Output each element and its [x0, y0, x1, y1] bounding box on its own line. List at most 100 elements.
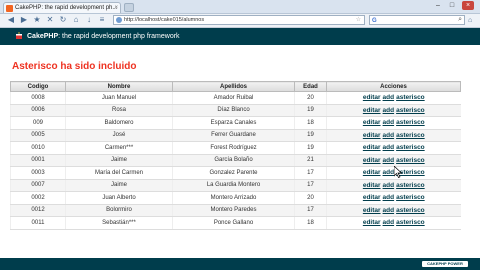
cell-edad: 20	[294, 191, 327, 205]
add-link[interactable]: add	[383, 94, 395, 101]
search-input[interactable]: G ⌕	[369, 15, 465, 25]
asterisk-link[interactable]: asterisco	[396, 219, 425, 226]
cell-acciones: editar add asterisco	[326, 204, 461, 217]
address-bar[interactable]: http://localhost/cake015/alumnos ☆	[113, 15, 365, 25]
add-link[interactable]: add	[383, 119, 395, 126]
globe-icon	[116, 17, 122, 23]
cell-codigo: 009	[10, 116, 66, 130]
add-link[interactable]: add	[383, 157, 395, 164]
cell-acciones: editar add asterisco	[326, 141, 461, 155]
asterisk-link[interactable]: asterisco	[396, 119, 425, 126]
edit-link[interactable]: editar	[363, 207, 381, 214]
cell-codigo: 0002	[10, 191, 66, 205]
url-text: http://localhost/cake015/alumnos	[124, 17, 205, 23]
table-row: 0005 José Ferrer Guardane 19 editar add asteri…	[10, 129, 461, 142]
maximize-icon[interactable]: □	[446, 1, 458, 10]
cell-acciones: editar add asterisco	[326, 179, 461, 192]
add-link[interactable]: add	[383, 144, 395, 151]
cell-nombre: José	[65, 129, 173, 142]
cell-codigo: 0012	[10, 204, 66, 217]
cell-nombre: Jaime	[65, 179, 173, 192]
app-footer: CAKEPHP POWER	[0, 258, 480, 270]
search-icon[interactable]: ⌕	[458, 16, 462, 24]
powered-by-badge[interactable]: CAKEPHP POWER	[422, 261, 468, 267]
cell-nombre: Jaime	[65, 154, 173, 167]
cell-nombre: Bolormiro	[65, 204, 173, 217]
edit-link[interactable]: editar	[363, 144, 381, 151]
edit-link[interactable]: editar	[363, 119, 381, 126]
cell-nombre: Juan Alberto	[65, 191, 173, 205]
add-link[interactable]: add	[383, 169, 395, 176]
edit-link[interactable]: editar	[363, 94, 381, 101]
back-icon[interactable]: ◀	[6, 15, 16, 25]
minimize-icon[interactable]: –	[432, 1, 444, 10]
window-close-icon[interactable]: ×	[462, 1, 474, 10]
star-icon[interactable]: ☆	[356, 16, 361, 25]
bookmark-icon[interactable]: ★	[32, 15, 42, 25]
column-header[interactable]: Apellidos	[172, 81, 295, 92]
tab-close-icon[interactable]: ×	[114, 3, 118, 13]
favicon-icon	[6, 5, 13, 12]
cell-acciones: editar add asterisco	[326, 129, 461, 142]
cell-apellidos: Gonzalez Parente	[172, 166, 295, 180]
edit-link[interactable]: editar	[363, 182, 381, 189]
refresh-icon[interactable]: ↻	[58, 15, 68, 25]
asterisk-link[interactable]: asterisco	[396, 194, 425, 201]
mouse-cursor-icon	[394, 166, 402, 178]
app-title[interactable]: CakePHP: the rapid development php frame…	[27, 28, 180, 45]
cell-apellidos: Ponce Gallano	[172, 216, 295, 230]
table-row: 0003 María del Carmen Gonzalez Parente 17 ed…	[10, 166, 461, 180]
cell-edad: 20	[294, 91, 327, 105]
asterisk-link[interactable]: asterisco	[396, 132, 425, 139]
table-row: 0002 Juan Alberto Montero Arrizado 20 editar…	[10, 191, 461, 205]
cell-nombre: Rosa	[65, 104, 173, 117]
edit-link[interactable]: editar	[363, 194, 381, 201]
edit-link[interactable]: editar	[363, 132, 381, 139]
cell-apellidos: Ferrer Guardane	[172, 129, 295, 142]
column-header[interactable]: Edad	[294, 81, 327, 92]
asterisk-link[interactable]: asterisco	[396, 207, 425, 214]
cell-codigo: 0003	[10, 166, 66, 180]
cell-apellidos: Esparza Canales	[172, 116, 295, 130]
browser-tab[interactable]: CakePHP: the rapid development ph... ×	[3, 2, 121, 13]
add-link[interactable]: add	[383, 182, 395, 189]
column-header: Acciones	[326, 81, 461, 92]
table-row: 0010 Carmen*** Forest Rodríguez 19 editar add…	[10, 141, 461, 155]
edit-link[interactable]: editar	[363, 219, 381, 226]
download-icon[interactable]: ↓	[84, 15, 94, 25]
edit-link[interactable]: editar	[363, 169, 381, 176]
cell-codigo: 0011	[10, 216, 66, 230]
cell-acciones: editar add asterisco	[326, 154, 461, 167]
edit-link[interactable]: editar	[363, 107, 381, 114]
new-tab-button[interactable]	[124, 3, 134, 12]
home-icon[interactable]: ⌂	[71, 15, 81, 25]
forward-icon[interactable]: ▶	[19, 15, 29, 25]
menu-icon[interactable]: ≡	[97, 15, 107, 25]
cell-nombre: Juan Manuel	[65, 91, 173, 105]
asterisk-link[interactable]: asterisco	[396, 107, 425, 114]
asterisk-link[interactable]: asterisco	[396, 94, 425, 101]
add-link[interactable]: add	[383, 194, 395, 201]
add-link[interactable]: add	[383, 219, 395, 226]
cell-edad: 18	[294, 216, 327, 230]
column-header[interactable]: Codigo	[10, 81, 66, 92]
cell-acciones: editar add asterisco	[326, 116, 461, 130]
cell-apellidos: Montero Paredes	[172, 204, 295, 217]
cell-apellidos: Montero Arrizado	[172, 191, 295, 205]
asterisk-link[interactable]: asterisco	[396, 182, 425, 189]
column-header[interactable]: Nombre	[65, 81, 173, 92]
asterisk-link[interactable]: asterisco	[396, 144, 425, 151]
add-link[interactable]: add	[383, 107, 395, 114]
add-link[interactable]: add	[383, 132, 395, 139]
cell-edad: 19	[294, 141, 327, 155]
add-link[interactable]: add	[383, 207, 395, 214]
home-page-icon[interactable]: ⌂	[468, 16, 477, 25]
cell-edad: 17	[294, 179, 327, 192]
cell-codigo: 0008	[10, 91, 66, 105]
stop-icon[interactable]: ✕	[45, 15, 55, 25]
table-row: 0001 Jaime García Bolaño 21 editar add asteris…	[10, 154, 461, 167]
cell-apellidos: Amador Ruibal	[172, 91, 295, 105]
edit-link[interactable]: editar	[363, 157, 381, 164]
cell-edad: 17	[294, 204, 327, 217]
asterisk-link[interactable]: asterisco	[396, 157, 425, 164]
